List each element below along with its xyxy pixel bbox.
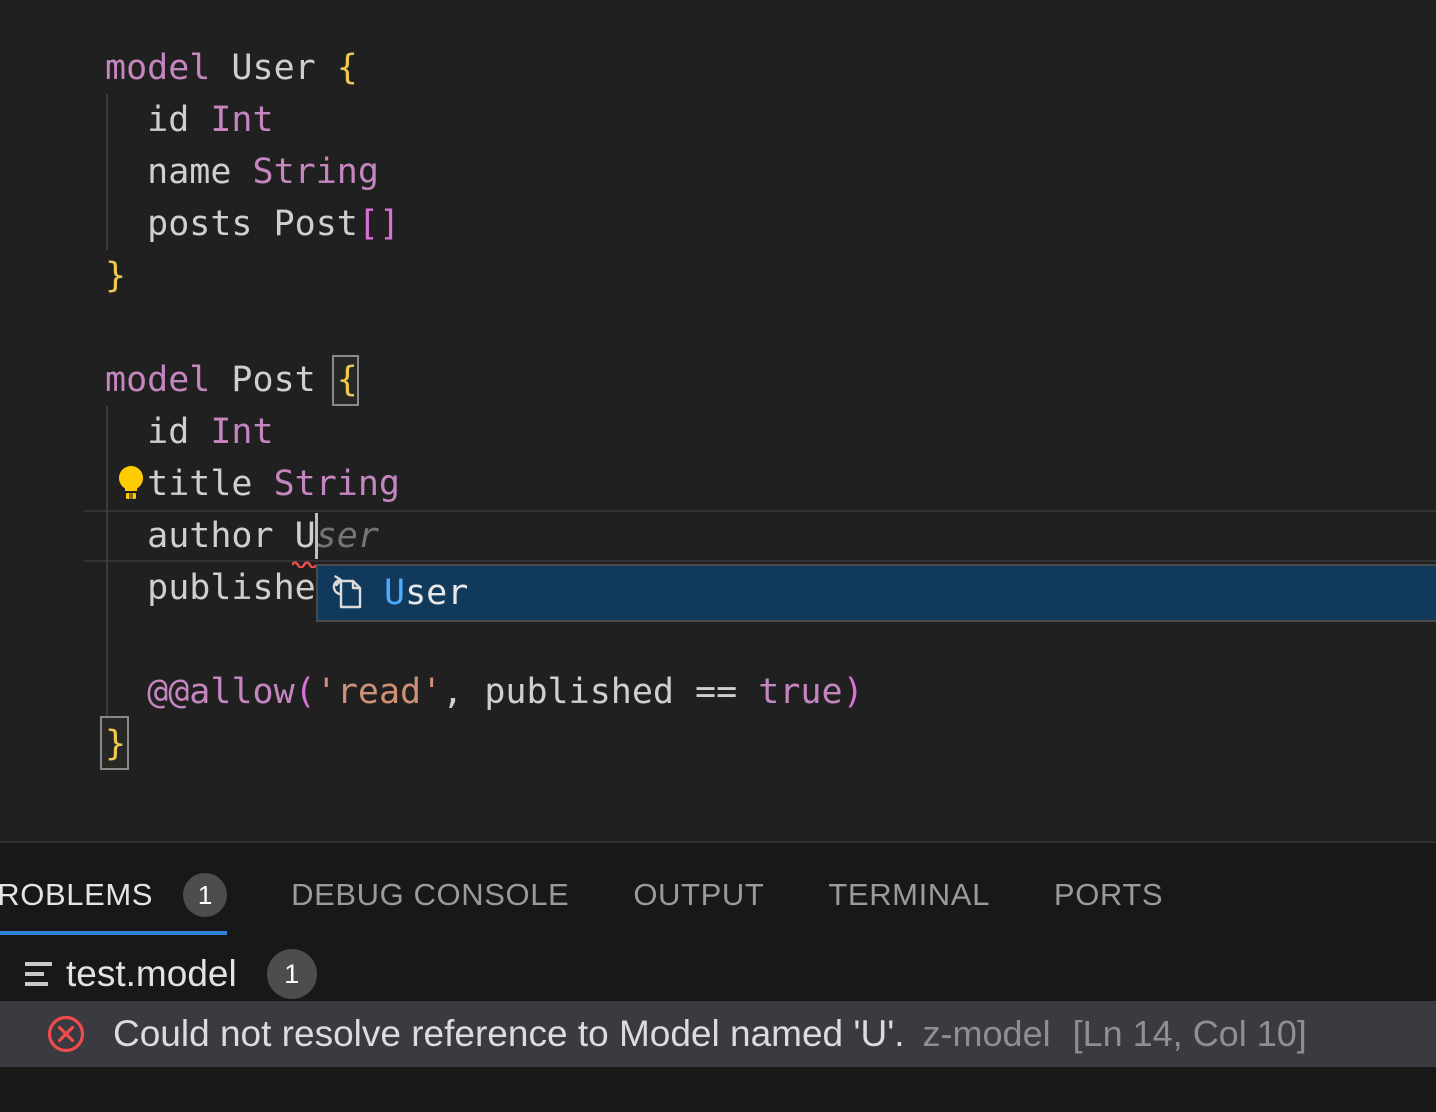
suggestion-label: User bbox=[384, 573, 468, 613]
tab-debug-console[interactable]: DEBUG CONSOLE bbox=[291, 843, 569, 947]
tab-label: TERMINAL bbox=[828, 877, 990, 913]
error-icon bbox=[46, 1014, 86, 1054]
code-token: model bbox=[105, 48, 210, 88]
reference-icon bbox=[327, 572, 369, 614]
error-squiggle bbox=[292, 555, 317, 565]
tab-label: DEBUG CONSOLE bbox=[291, 877, 569, 913]
code-token: name bbox=[105, 152, 253, 192]
code-line-2[interactable]: id Int bbox=[0, 94, 864, 146]
code-token: User bbox=[210, 48, 336, 88]
code-token: ) bbox=[843, 672, 864, 712]
code-token: { bbox=[337, 48, 358, 88]
tab-problems[interactable]: PROBLEMS 1 bbox=[0, 843, 227, 947]
code-line-5[interactable]: } bbox=[0, 250, 864, 302]
bottom-panel: PROBLEMS 1 DEBUG CONSOLE OUTPUT TERMINAL PORT… bbox=[0, 841, 1436, 1112]
code-token: model bbox=[105, 360, 210, 400]
code-line-1[interactable]: model User { bbox=[0, 42, 864, 94]
code-line-8[interactable]: id Int bbox=[0, 406, 864, 458]
text-cursor bbox=[315, 513, 318, 559]
tab-label: PROBLEMS bbox=[0, 877, 153, 913]
code-token: } bbox=[105, 724, 126, 764]
code-token: author U bbox=[105, 516, 316, 556]
code-token: publishe bbox=[105, 568, 316, 608]
code-lines[interactable]: model User { id Int name String posts Po… bbox=[0, 42, 864, 770]
suggestion-item[interactable]: User bbox=[318, 566, 1436, 620]
tab-ports[interactable]: PORTS bbox=[1054, 843, 1163, 947]
panel-tabs: PROBLEMS 1 DEBUG CONSOLE OUTPUT TERMINAL PORT… bbox=[0, 843, 1436, 947]
code-line-6[interactable] bbox=[0, 302, 864, 354]
code-token: Post bbox=[210, 360, 336, 400]
problems-count-badge: 1 bbox=[183, 873, 227, 917]
code-token: { bbox=[337, 360, 358, 400]
code-line-14[interactable]: } bbox=[0, 718, 864, 770]
code-token: ( bbox=[295, 672, 316, 712]
tab-terminal[interactable]: TERMINAL bbox=[828, 843, 990, 947]
code-line-3[interactable]: name String bbox=[0, 146, 864, 198]
problems-file-row[interactable]: test.model 1 bbox=[0, 947, 1436, 1001]
file-icon bbox=[25, 959, 53, 989]
code-token: posts Post bbox=[105, 204, 358, 244]
code-line-10[interactable]: author User bbox=[0, 510, 864, 562]
code-token: , published == bbox=[442, 672, 758, 712]
code-line-4[interactable]: posts Post[] bbox=[0, 198, 864, 250]
code-token: String bbox=[274, 464, 400, 504]
tab-label: OUTPUT bbox=[633, 877, 764, 913]
file-error-count-badge: 1 bbox=[267, 949, 317, 999]
ghost-text: ser bbox=[316, 516, 379, 556]
code-token: Int bbox=[210, 412, 273, 452]
code-token bbox=[105, 672, 147, 712]
code-token: } bbox=[105, 256, 126, 296]
code-token: @@allow bbox=[147, 672, 295, 712]
code-token: id bbox=[105, 100, 210, 140]
code-token: String bbox=[253, 152, 379, 192]
error-source: z-model bbox=[923, 1013, 1051, 1055]
code-line-13[interactable]: @@allow('read', published == true) bbox=[0, 666, 864, 718]
code-editor[interactable]: model User { id Int name String posts Po… bbox=[0, 0, 1436, 841]
error-position: [Ln 14, Col 10] bbox=[1073, 1013, 1307, 1055]
lightbulb-icon[interactable] bbox=[112, 463, 150, 501]
code-token: [] bbox=[358, 204, 400, 244]
code-token: id bbox=[105, 412, 210, 452]
code-token: true bbox=[758, 672, 842, 712]
code-token: Int bbox=[210, 100, 273, 140]
problem-row[interactable]: Could not resolve reference to Model nam… bbox=[0, 1001, 1436, 1067]
suggest-widget: User bbox=[316, 564, 1436, 622]
code-token: 'read' bbox=[316, 672, 442, 712]
file-name: test.model bbox=[66, 953, 237, 995]
tab-label: PORTS bbox=[1054, 877, 1163, 913]
error-message: Could not resolve reference to Model nam… bbox=[113, 1013, 905, 1055]
tab-output[interactable]: OUTPUT bbox=[633, 843, 764, 947]
code-line-7[interactable]: model Post { bbox=[0, 354, 864, 406]
